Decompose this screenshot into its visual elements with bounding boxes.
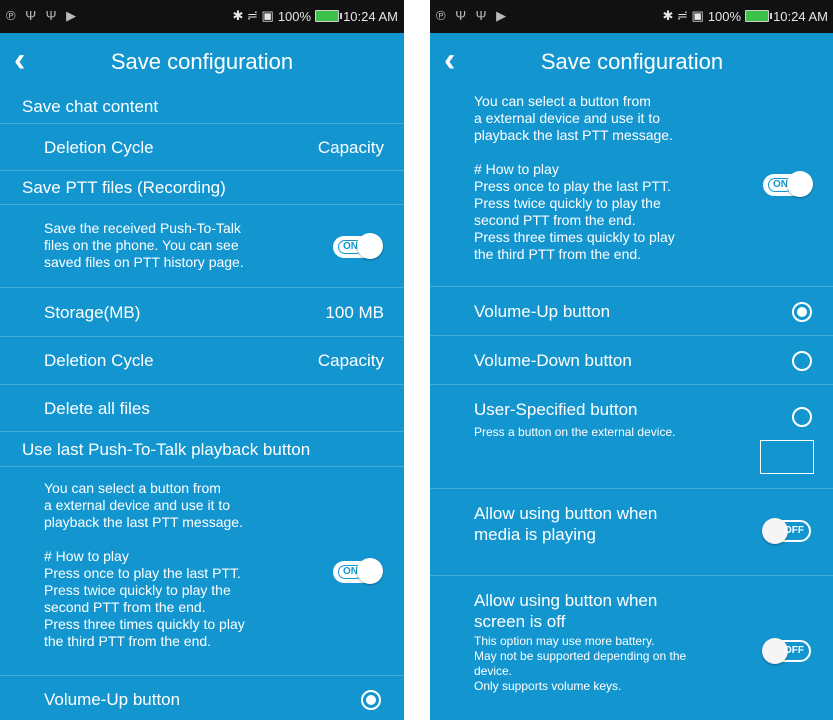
item-label: Allow using button when media is playing (474, 504, 658, 544)
app-bar: ‹ Save configuration (430, 33, 833, 91)
page-title: Save configuration (110, 49, 294, 74)
status-icons: ✱ ≓ ▣ 100% 10:24 AM (663, 8, 829, 24)
section-title: Save chat content (22, 97, 159, 116)
battery-icon (315, 10, 343, 22)
save-ptt-toggle[interactable]: ON (333, 233, 383, 259)
item-value: Capacity (317, 138, 384, 157)
playback-toggle[interactable]: ON (333, 558, 383, 584)
section-save-chat: Save chat content (0, 91, 404, 124)
clock: 10:24 AM (773, 8, 828, 24)
page-title: Save configuration (540, 49, 724, 74)
battery-percent: 100% (707, 8, 742, 24)
playback-description: You can select a button from a external … (44, 480, 245, 649)
section-save-ptt: Save PTT files (Recording) (0, 171, 404, 205)
item-label: Volume-Down button (474, 351, 632, 370)
notification-icons: ℗ Ψ Ψ ▶ (6, 8, 80, 23)
section-title: Save PTT files (Recording) (22, 178, 226, 197)
section-playback-button: Use last Push-To-Talk playback button (0, 432, 404, 467)
volume-down-row[interactable]: Volume-Down button (430, 336, 833, 385)
item-label: Volume-Up button (474, 302, 611, 321)
user-specified-description: Press a button on the external device. (474, 425, 676, 439)
user-specified-row[interactable]: User-Specified button Press a button on … (430, 385, 833, 489)
playback-toggle[interactable]: ON (763, 171, 813, 197)
playback-toggle-row: You can select a button from a external … (430, 91, 833, 287)
battery-percent: 100% (277, 8, 312, 24)
storage-row[interactable]: Storage(MB) 100 MB (0, 288, 404, 337)
item-label: Delete all files (44, 399, 150, 418)
app-bar: ‹ Save configuration (0, 33, 404, 91)
phone-screen-left: ℗ Ψ Ψ ▶ ✱ ≓ ▣ 100% 10:24 AM ‹ Save confi… (0, 0, 404, 720)
item-label: Storage(MB) (44, 303, 141, 322)
status-bar: ℗ Ψ Ψ ▶ ✱ ≓ ▣ 100% 10:24 AM (430, 0, 833, 33)
user-specified-radio[interactable] (792, 407, 812, 427)
battery-icon (745, 10, 773, 22)
item-value: 100 MB (325, 303, 384, 322)
volume-up-radio[interactable] (361, 690, 381, 710)
item-label: Allow using button when screen is off (474, 591, 658, 631)
save-ptt-toggle-row: Save the received Push-To-Talk files on … (0, 205, 404, 288)
notification-icons: ℗ Ψ Ψ ▶ (436, 8, 510, 23)
chat-deletion-cycle-row[interactable]: Deletion Cycle Capacity (0, 124, 404, 171)
media-playing-row: Allow using button when media is playing… (430, 489, 833, 576)
bluetooth-wifi-icons: ✱ ≓ ▣ (662, 8, 704, 23)
volume-down-radio[interactable] (792, 351, 812, 371)
item-label: Deletion Cycle (44, 138, 154, 157)
save-ptt-description: Save the received Push-To-Talk files on … (44, 220, 244, 270)
screen-off-row: Allow using button when screen is off Th… (430, 576, 833, 720)
item-value: Capacity (317, 351, 384, 370)
phone-screen-right: ℗ Ψ Ψ ▶ ✱ ≓ ▣ 100% 10:24 AM ‹ Save confi… (430, 0, 833, 720)
item-label: Volume-Up button (44, 690, 181, 709)
item-label: Deletion Cycle (44, 351, 154, 370)
volume-up-row[interactable]: Volume-Up button (0, 676, 404, 720)
screen-off-description: This option may use more battery. May no… (474, 634, 687, 693)
item-label: User-Specified button (474, 400, 638, 419)
assigned-key-box[interactable] (760, 440, 814, 474)
ptt-deletion-cycle-row[interactable]: Deletion Cycle Capacity (0, 337, 404, 385)
playback-toggle-row: You can select a button from a external … (0, 467, 404, 676)
delete-all-files-row[interactable]: Delete all files (0, 385, 404, 432)
section-title: Use last Push-To-Talk playback button (22, 440, 311, 459)
media-playing-toggle[interactable]: OFF (762, 518, 811, 544)
bluetooth-wifi-icons: ✱ ≓ ▣ (232, 8, 274, 23)
status-bar: ℗ Ψ Ψ ▶ ✱ ≓ ▣ 100% 10:24 AM (0, 0, 404, 33)
screen-off-toggle[interactable]: OFF (762, 638, 811, 664)
volume-up-row[interactable]: Volume-Up button (430, 287, 833, 336)
status-icons: ✱ ≓ ▣ 100% 10:24 AM (233, 8, 399, 24)
clock: 10:24 AM (343, 8, 398, 24)
playback-description: You can select a button from a external … (474, 93, 675, 262)
volume-up-radio[interactable] (792, 302, 812, 322)
